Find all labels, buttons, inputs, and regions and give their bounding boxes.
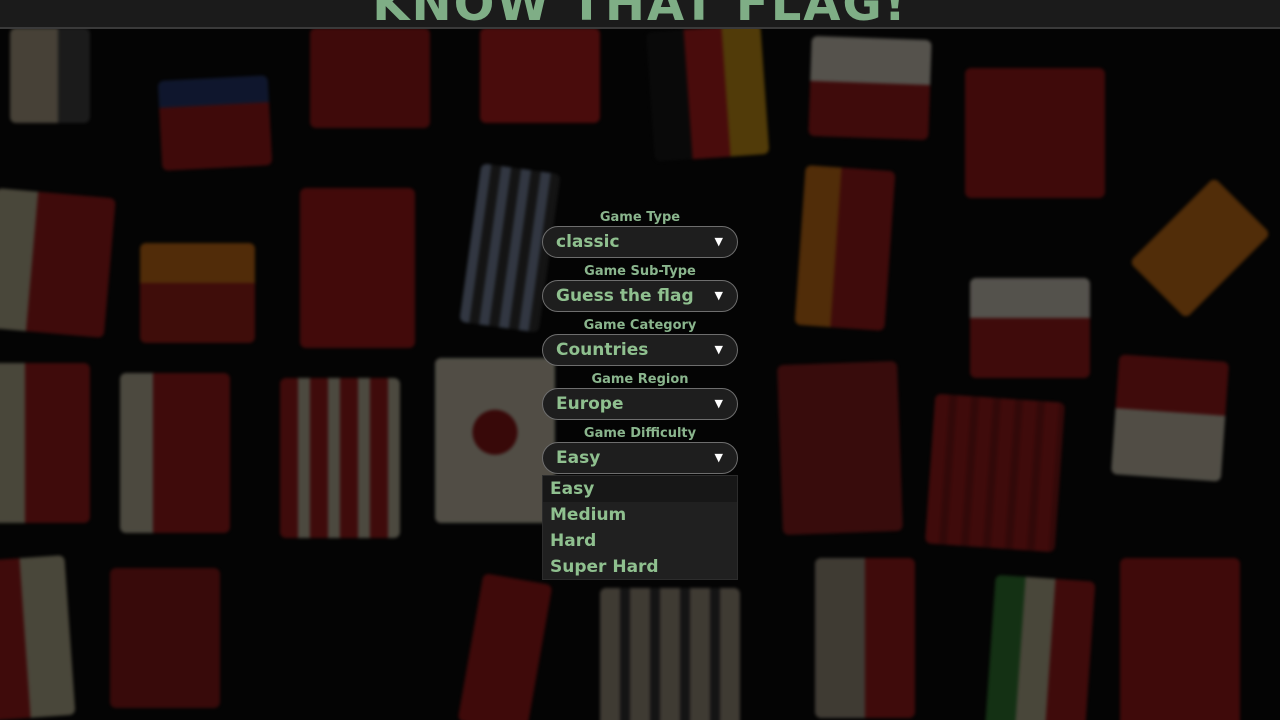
game-difficulty-field: Game Difficulty Easy ▼ [542,426,738,474]
game-title: KNOW THAT FLAG! [372,0,908,29]
game-category-value: Countries [556,340,649,360]
dropdown-option-easy[interactable]: Easy [543,476,737,502]
game-type-select[interactable]: classic ▼ [542,226,738,258]
chevron-down-icon: ▼ [714,235,723,248]
dropdown-option-medium[interactable]: Medium [543,502,737,528]
game-type-field: Game Type classic ▼ [542,210,738,258]
chevron-down-icon: ▼ [714,397,723,410]
game-difficulty-label: Game Difficulty [583,426,697,441]
game-settings-form: Game Type classic ▼ Game Sub-Type Guess … [542,210,738,480]
game-region-label: Game Region [591,372,689,387]
chevron-down-icon: ▼ [714,289,723,302]
game-sub-type-label: Game Sub-Type [584,264,696,279]
game-difficulty-select[interactable]: Easy ▼ [542,442,738,474]
game-region-field: Game Region Europe ▼ [542,372,738,420]
game-category-select[interactable]: Countries ▼ [542,334,738,366]
dropdown-option-hard[interactable]: Hard [543,528,737,554]
game-difficulty-value: Easy [556,448,601,468]
game-category-label: Game Category [583,318,697,333]
chevron-down-icon: ▼ [714,451,723,464]
dropdown-option-super-hard[interactable]: Super Hard [543,554,737,580]
game-region-select[interactable]: Europe ▼ [542,388,738,420]
game-type-value: classic [556,232,620,252]
game-sub-type-field: Game Sub-Type Guess the flag ▼ [542,264,738,312]
difficulty-dropdown-menu: Easy Medium Hard Super Hard [542,475,738,580]
header-bar: KNOW THAT FLAG! [0,0,1280,29]
game-type-label: Game Type [599,210,681,225]
game-sub-type-value: Guess the flag [556,286,694,306]
game-sub-type-select[interactable]: Guess the flag ▼ [542,280,738,312]
game-region-value: Europe [556,394,624,414]
chevron-down-icon: ▼ [714,343,723,356]
game-category-field: Game Category Countries ▼ [542,318,738,366]
